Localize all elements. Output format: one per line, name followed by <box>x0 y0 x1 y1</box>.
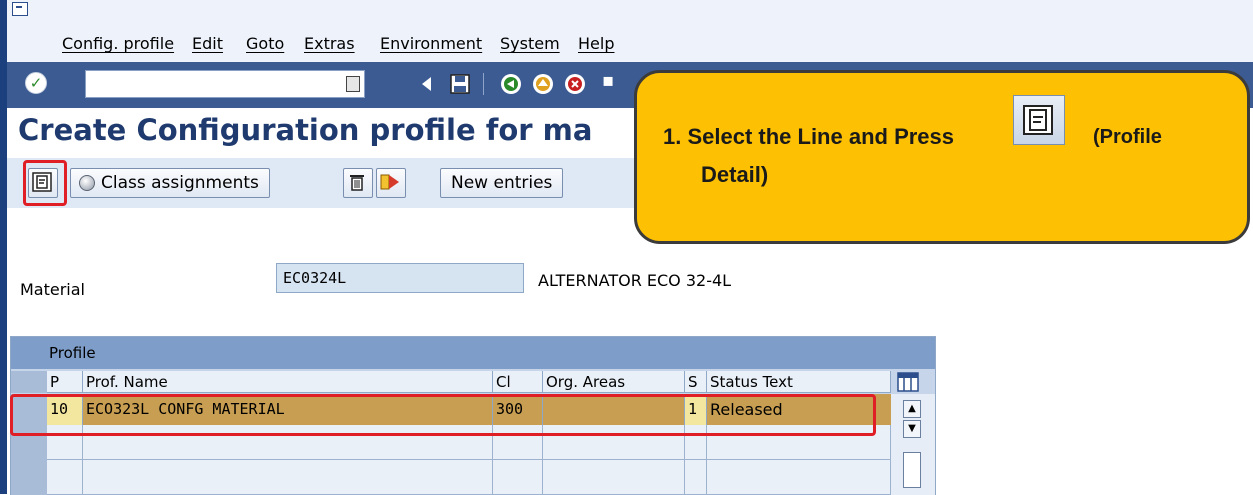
menu-environment[interactable]: Environment <box>380 34 482 53</box>
empty-cell[interactable] <box>47 460 83 495</box>
highlight-profile-detail <box>23 160 67 206</box>
scroll-down-icon[interactable]: ▼ <box>903 420 921 438</box>
page-title: Create Configuration profile for ma <box>18 113 593 147</box>
back-arrow-icon[interactable] <box>415 72 439 96</box>
callout-line2: Detail) <box>701 162 769 187</box>
toolbar-overflow-icons: ▪ <box>602 70 615 91</box>
menu-goto[interactable]: Goto <box>246 34 284 53</box>
select-all-rows-cell[interactable] <box>11 371 48 393</box>
empty-cell[interactable] <box>543 460 685 495</box>
command-field[interactable] <box>85 70 365 98</box>
menu-config-profile[interactable]: Config. profile <box>62 34 174 53</box>
class-icon <box>79 175 95 191</box>
cancel-red-icon[interactable] <box>563 72 587 96</box>
class-assignments-label: Class assignments <box>101 173 259 193</box>
table-settings-icon[interactable] <box>897 372 919 392</box>
col-header-p[interactable]: P <box>47 371 83 393</box>
menu-system[interactable]: System <box>500 34 560 53</box>
col-header-status-text[interactable]: Status Text <box>707 371 891 393</box>
col-header-cl[interactable]: Cl <box>493 371 543 393</box>
menu-edit[interactable]: Edit <box>192 34 223 53</box>
callout-profile-detail-button-image <box>1013 95 1065 145</box>
delete-button[interactable] <box>343 168 373 198</box>
menu-help[interactable]: Help <box>578 34 614 53</box>
scroll-thumb[interactable] <box>903 452 921 488</box>
instruction-callout: 1. Select the Line and Press (Profile De… <box>634 70 1250 244</box>
callout-line1-suffix: (Profile <box>1093 126 1162 148</box>
save-icon[interactable] <box>448 72 472 96</box>
exit-yellow-icon[interactable] <box>531 72 555 96</box>
callout-line1: 1. Select the Line and Press <box>663 124 955 149</box>
new-entries-button[interactable]: New entries <box>440 168 564 198</box>
window-left-border <box>0 0 7 494</box>
trash-icon <box>350 175 364 191</box>
empty-cell[interactable] <box>83 460 493 495</box>
profile-detail-icon <box>1023 105 1053 135</box>
toolbar-separator <box>483 73 484 95</box>
empty-cell[interactable] <box>707 460 891 495</box>
material-label: Material <box>20 280 85 299</box>
scroll-up-icon[interactable]: ▲ <box>903 400 921 418</box>
back-green-icon[interactable] <box>499 72 523 96</box>
vertical-scrollbar[interactable]: ▲ ▼ <box>891 394 935 495</box>
menu-extras[interactable]: Extras <box>304 34 355 53</box>
col-header-org-areas[interactable]: Org. Areas <box>543 371 685 393</box>
application-toolbar: Class assignments New entries <box>7 158 637 208</box>
menu-bar: Config. profile Edit Goto Extras Environ… <box>0 0 1253 62</box>
class-assignments-button[interactable]: Class assignments <box>70 168 270 198</box>
col-header-prof-name[interactable]: Prof. Name <box>83 371 493 393</box>
empty-cell[interactable] <box>685 460 707 495</box>
select-block-icon <box>380 174 399 190</box>
table-caption-text: Profile <box>49 344 96 362</box>
material-input[interactable]: EC0324L <box>276 263 524 293</box>
new-entries-label: New entries <box>451 173 553 193</box>
material-description: ALTERNATOR ECO 32-4L <box>538 271 732 290</box>
col-header-s[interactable]: S <box>685 371 707 393</box>
table-caption: Profile <box>11 337 935 369</box>
select-all-button[interactable] <box>376 168 406 198</box>
empty-cell[interactable] <box>493 460 543 495</box>
enter-checkmark-icon[interactable]: ✓ <box>25 72 47 94</box>
highlight-selected-row <box>10 394 876 436</box>
system-menu-icon[interactable] <box>12 2 28 16</box>
command-history-dropdown-icon[interactable] <box>346 76 360 92</box>
